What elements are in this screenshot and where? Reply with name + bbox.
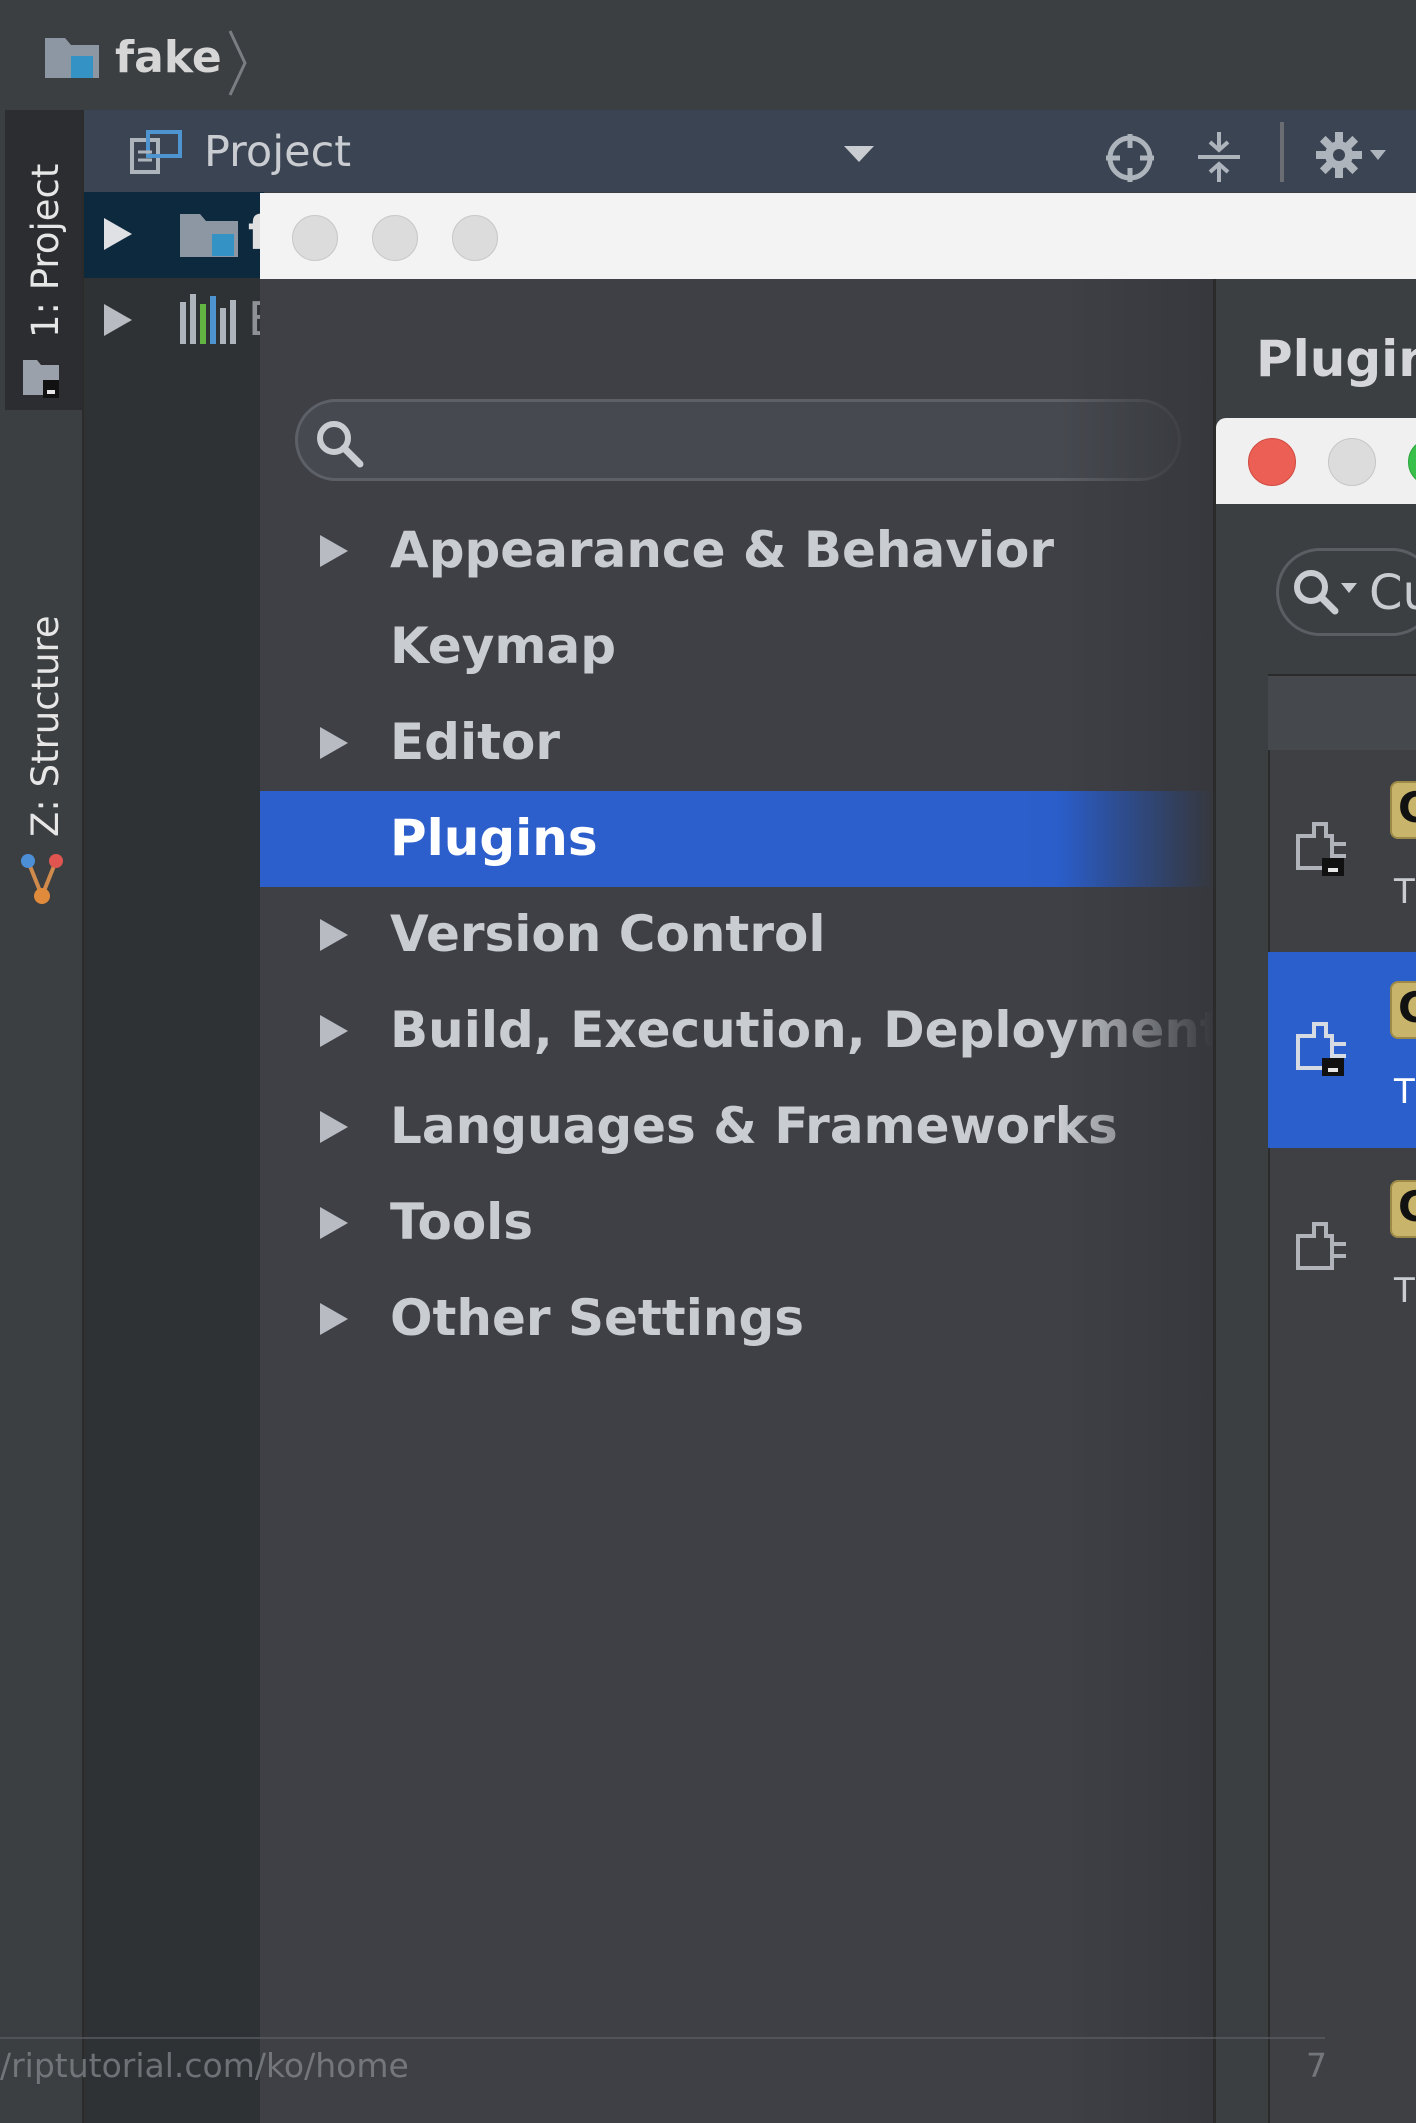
plugins-page-title: Plugin (1256, 330, 1416, 388)
settings-nav-label: Tools (390, 1193, 534, 1251)
search-icon (317, 421, 364, 468)
view-dropdown-chevron-icon[interactable] (844, 146, 874, 164)
locate-target-icon[interactable] (1104, 132, 1156, 184)
expand-arrow-icon[interactable] (104, 218, 132, 250)
settings-nav-label: Version Control (390, 905, 826, 963)
plugins-list-header (1268, 674, 1416, 752)
plugin-badge: C (1390, 781, 1416, 839)
plugin-description: T (1394, 1271, 1415, 1311)
expand-arrow-icon[interactable] (320, 727, 348, 759)
plugin-icon (1296, 822, 1346, 876)
project-panel-header: Project (84, 110, 1416, 192)
expand-arrow-icon[interactable] (320, 1303, 348, 1335)
settings-nav-label: Languages & Frameworks (390, 1097, 1118, 1155)
tab-project-tool-window[interactable]: 1: Project (5, 110, 82, 410)
settings-search-input[interactable] (295, 399, 1181, 481)
close-window-button[interactable] (1248, 438, 1296, 486)
plugin-badge: C (1390, 981, 1416, 1039)
close-window-button[interactable] (292, 215, 338, 261)
expand-arrow-icon[interactable] (320, 919, 348, 951)
settings-nav-label: Plugins (390, 809, 598, 867)
project-tab-label: 1: Project (24, 163, 67, 338)
collapse-all-icon[interactable] (1194, 130, 1244, 184)
expand-arrow-icon[interactable] (320, 1111, 348, 1143)
navigation-bar: fake (5, 5, 1416, 111)
minimize-window-button[interactable] (1328, 438, 1376, 486)
plugins-search-text: Cu (1369, 565, 1416, 621)
structure-tab-label: Z: Structure (24, 615, 67, 837)
breadcrumb[interactable]: fake (43, 27, 222, 87)
footer-page-number: 7 (1306, 2046, 1327, 2085)
settings-nav-label: Editor (390, 713, 560, 771)
settings-nav-label: Keymap (390, 617, 617, 675)
expand-arrow-icon[interactable] (320, 1015, 348, 1047)
project-folder-icon (45, 38, 99, 78)
tree-row[interactable]: f (84, 192, 268, 278)
plugins-window-titlebar (1216, 418, 1416, 504)
plugin-icon (1296, 1022, 1346, 1076)
plugin-description: T (1394, 872, 1415, 912)
tool-window-strip: 1: Project Z: Structure (5, 110, 84, 2123)
sidebar-shadow (1060, 279, 1213, 2123)
gear-icon[interactable] (1314, 130, 1394, 180)
breadcrumb-chevron-icon (228, 30, 247, 96)
toolbar-divider (1280, 122, 1284, 182)
expand-arrow-icon[interactable] (320, 535, 348, 567)
project-view-icon (130, 130, 182, 174)
plugin-list-item[interactable] (1268, 1150, 1416, 1346)
settings-nav-label: Other Settings (390, 1289, 804, 1347)
footer-url: /riptutorial.com/ko/home (0, 2046, 409, 2085)
zoom-window-button[interactable] (452, 215, 498, 261)
plugin-badge-text: C (1398, 1182, 1416, 1231)
plugins-search-input[interactable]: Cu (1276, 548, 1416, 636)
breadcrumb-project-name: fake (115, 31, 222, 83)
settings-titlebar (260, 193, 1416, 280)
plugin-badge-text: C (1398, 983, 1416, 1032)
plugin-icon (1296, 1222, 1346, 1270)
folder-icon (180, 214, 238, 257)
project-panel-title: Project (204, 127, 352, 177)
tab-structure-tool-window[interactable]: Z: Structure (5, 450, 82, 920)
project-tree: f E (84, 192, 277, 2123)
libraries-icon (180, 294, 236, 344)
footer-rule (0, 2037, 1325, 2039)
expand-arrow-icon[interactable] (104, 304, 132, 336)
plugin-description: T (1394, 1072, 1415, 1112)
project-tool-icon (23, 360, 59, 398)
tree-row[interactable]: E (84, 278, 277, 364)
ide-window: fake 1: Project Z: Structure Project f A… (0, 0, 1416, 2123)
search-options-icon[interactable] (1289, 565, 1367, 621)
plugin-badge-text: C (1398, 783, 1416, 832)
zoom-window-button[interactable] (1408, 438, 1416, 486)
settings-nav-label: Appearance & Behavior (390, 521, 1054, 579)
plugin-badge: C (1390, 1180, 1416, 1238)
structure-tool-icon (21, 854, 63, 904)
expand-arrow-icon[interactable] (320, 1207, 348, 1239)
minimize-window-button[interactable] (372, 215, 418, 261)
